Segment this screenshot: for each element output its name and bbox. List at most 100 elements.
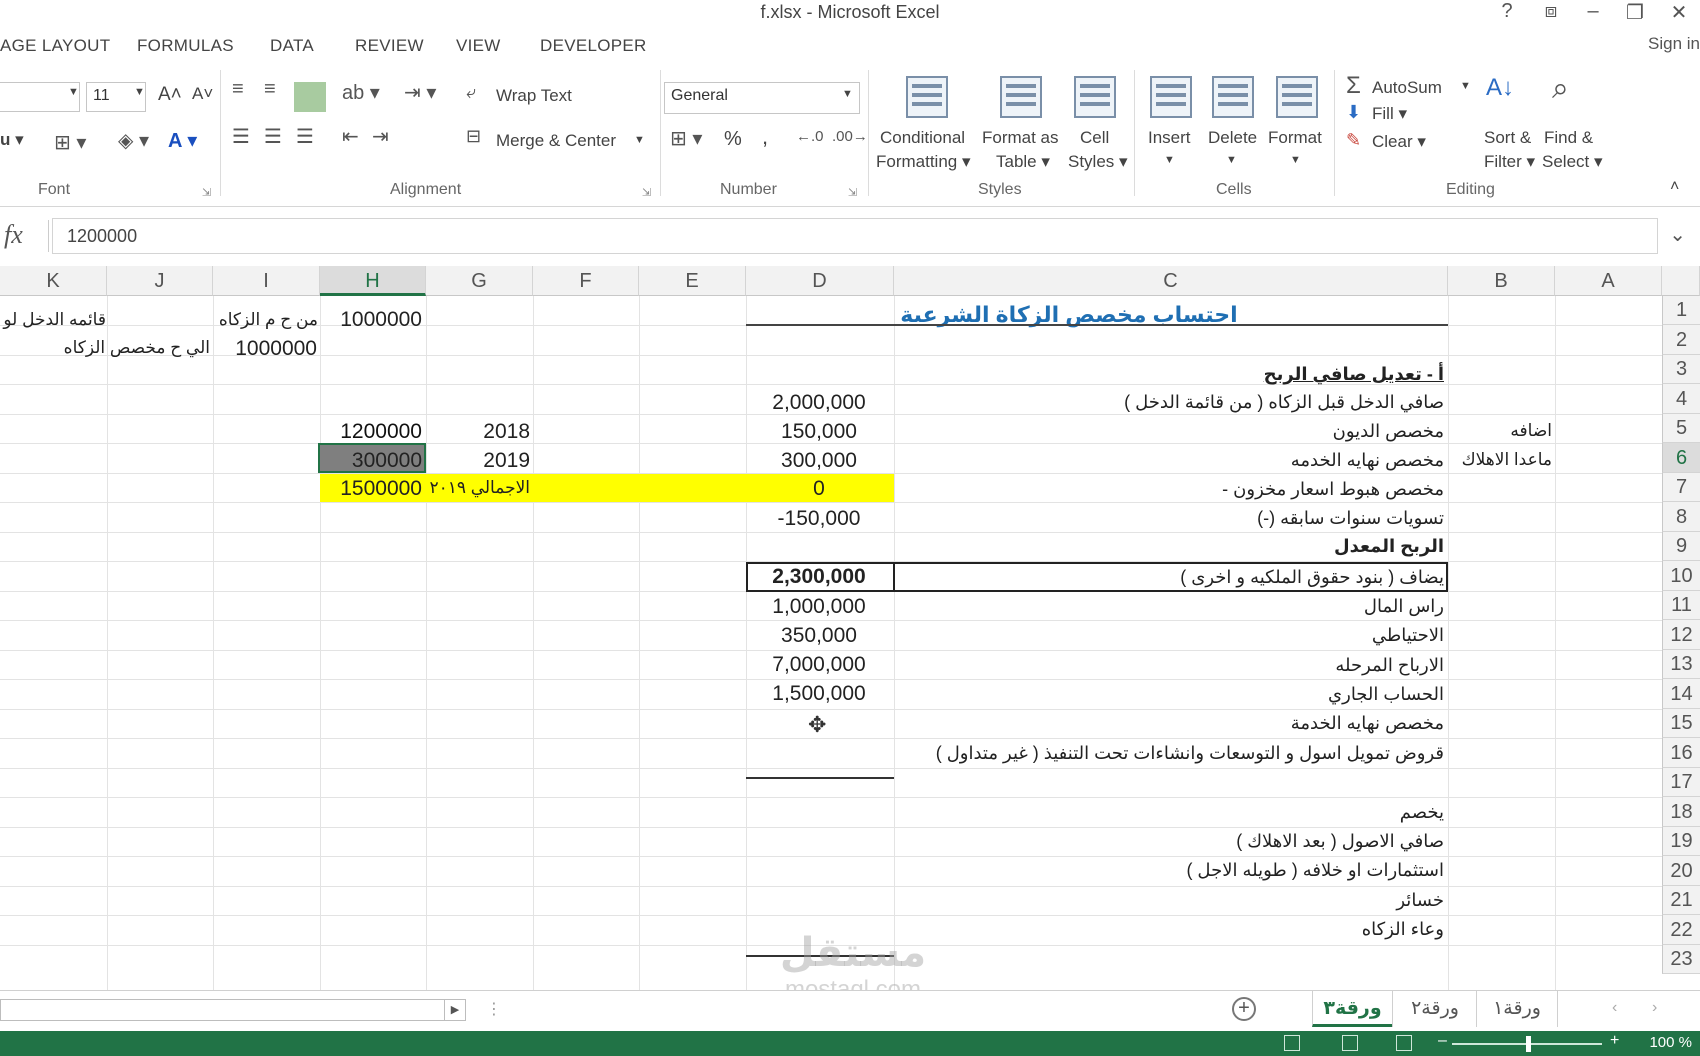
alignment-dialog-launcher-icon[interactable]: ⇲ xyxy=(642,186,651,199)
delete-dropdown-icon[interactable]: ▼ xyxy=(1226,154,1237,166)
insert-button[interactable]: Insert xyxy=(1148,128,1191,148)
expand-formula-bar-icon[interactable]: ⌄ xyxy=(1669,222,1686,247)
find-select-label-1[interactable]: Find & xyxy=(1544,128,1593,148)
cell-i2[interactable]: من ح م الزكاه xyxy=(200,310,318,330)
column-header-h[interactable]: H xyxy=(320,266,426,296)
middle-align-icon[interactable]: ≡ xyxy=(264,78,276,101)
page-break-view-icon[interactable] xyxy=(1396,1035,1412,1051)
cell-c13[interactable]: الاحتياطي xyxy=(894,625,1444,646)
row-header[interactable]: 17 xyxy=(1662,768,1700,797)
row-header[interactable]: 22 xyxy=(1662,915,1700,945)
cell-c10[interactable]: الربح المعدل xyxy=(894,536,1444,557)
autosum-dropdown-icon[interactable]: ▼ xyxy=(1460,80,1471,92)
zoom-level[interactable]: 100 % xyxy=(1649,1034,1692,1051)
format-dropdown-icon[interactable]: ▼ xyxy=(1290,154,1301,166)
row-header[interactable]: 12 xyxy=(1662,620,1700,650)
find-select-label-2[interactable]: Select ▾ xyxy=(1542,152,1603,172)
column-header-c[interactable]: C xyxy=(894,266,1448,296)
autosum-button[interactable]: AutoSum xyxy=(1372,78,1442,98)
cell-h2[interactable]: 1000000 xyxy=(320,308,422,332)
new-sheet-button[interactable]: + xyxy=(1232,997,1256,1021)
cell-c15[interactable]: الحساب الجاري xyxy=(894,684,1444,705)
underline-icon[interactable]: u ▾ xyxy=(0,130,24,150)
row-header[interactable]: 6 xyxy=(1662,443,1700,473)
increase-decimal-icon[interactable]: ←.0 xyxy=(796,128,824,145)
page-layout-view-icon[interactable] xyxy=(1342,1035,1358,1051)
format-as-table-label-1[interactable]: Format as xyxy=(982,128,1059,148)
cell-b7[interactable]: ماعدا الاهلاك xyxy=(1448,450,1552,470)
number-format-box[interactable]: General xyxy=(664,82,860,114)
sheet-nav-right-icon[interactable]: › xyxy=(1652,999,1657,1017)
decrease-decimal-icon[interactable]: .00→ xyxy=(832,128,868,145)
cell-c16[interactable]: مخصص نهايه الخدمة xyxy=(894,713,1444,734)
cell-d9[interactable]: -150,000 xyxy=(746,507,892,531)
cell-c4[interactable]: أ - تعديل صافي الربح xyxy=(894,364,1444,385)
conditional-formatting-label-1[interactable]: Conditional xyxy=(880,128,965,148)
column-header-e[interactable]: E xyxy=(639,266,746,296)
align-left-icon[interactable]: ☰ xyxy=(232,124,250,149)
cell-c19[interactable]: يخصم xyxy=(894,802,1444,823)
number-format-dropdown-icon[interactable]: ▼ xyxy=(842,88,853,100)
cell-c12[interactable]: راس المال xyxy=(894,596,1444,617)
cell-d7[interactable]: 300,000 xyxy=(746,449,892,473)
cell-i3[interactable]: 1000000 xyxy=(213,337,317,361)
sheet-nav-left-icon[interactable]: ‹ xyxy=(1612,999,1617,1017)
close-button[interactable]: ✕ xyxy=(1664,0,1694,25)
fill-button[interactable]: Fill ▾ xyxy=(1372,104,1407,124)
cell-c6[interactable]: مخصص الديون xyxy=(894,421,1444,442)
cell-d14[interactable]: 7,000,000 xyxy=(746,653,892,677)
cell-c23[interactable]: وعاء الزكاه xyxy=(894,919,1444,940)
cell-b6[interactable]: اضافه xyxy=(1448,421,1552,441)
tab-developer[interactable]: DEVELOPER xyxy=(540,36,647,56)
cell-h7[interactable]: 300000 xyxy=(320,449,422,473)
cell-g7[interactable]: 2019 xyxy=(426,449,530,473)
cell-d8[interactable]: 0 xyxy=(746,477,892,501)
horizontal-scrollbar[interactable] xyxy=(0,999,466,1021)
wrap-text-button[interactable]: Wrap Text xyxy=(496,86,572,106)
formula-input[interactable]: 1200000 xyxy=(52,218,1658,254)
align-right-icon[interactable]: ☰ xyxy=(296,124,314,149)
zoom-slider-thumb[interactable] xyxy=(1526,1036,1531,1052)
format-as-table-label-2[interactable]: Table ▾ xyxy=(996,152,1050,172)
column-header-d[interactable]: D xyxy=(746,266,894,296)
tab-view[interactable]: VIEW xyxy=(456,36,501,56)
format-button[interactable]: Format xyxy=(1268,128,1322,148)
cell-d6[interactable]: 150,000 xyxy=(746,420,892,444)
column-header-j[interactable]: J xyxy=(107,266,213,296)
column-header-b[interactable]: B xyxy=(1448,266,1555,296)
comma-style-button[interactable]: , xyxy=(762,124,768,150)
spreadsheet-grid[interactable]: K J I H G F E D C B A 1 2 3 4 5 6 7 8 9 … xyxy=(0,266,1700,990)
cell-c21[interactable]: استثمارات او خلافه ( طويله الاجل ) xyxy=(894,860,1444,881)
sheet-tab-2[interactable]: ورقة٢ xyxy=(1392,991,1477,1027)
cell-d12[interactable]: 1,000,000 xyxy=(746,595,892,619)
sort-filter-label-2[interactable]: Filter ▾ xyxy=(1484,152,1535,172)
cell-g6[interactable]: 2018 xyxy=(426,420,530,444)
percent-style-button[interactable]: % xyxy=(724,128,742,151)
row-header[interactable]: 3 xyxy=(1662,355,1700,384)
row-header[interactable]: 9 xyxy=(1662,532,1700,561)
sort-filter-label-1[interactable]: Sort & xyxy=(1484,128,1531,148)
sheet-tab-1[interactable]: ورقة١ xyxy=(1476,991,1558,1027)
cell-c17[interactable]: قروض تمويل اسول و التوسعات وانشاءات تحت … xyxy=(894,743,1444,764)
delete-button[interactable]: Delete xyxy=(1208,128,1257,148)
fill-color-icon[interactable]: ◈ ▾ xyxy=(118,128,149,153)
cell-d13[interactable]: 350,000 xyxy=(746,624,892,648)
row-header[interactable]: 1 xyxy=(1662,296,1700,325)
borders-icon[interactable]: ⊞ ▾ xyxy=(54,130,86,155)
row-header[interactable]: 10 xyxy=(1662,561,1700,591)
zoom-out-icon[interactable]: – xyxy=(1438,1032,1447,1050)
row-header[interactable]: 8 xyxy=(1662,502,1700,532)
insert-dropdown-icon[interactable]: ▼ xyxy=(1164,154,1175,166)
normal-view-icon[interactable] xyxy=(1284,1035,1300,1051)
minimize-button[interactable]: – xyxy=(1578,0,1608,23)
cell-k2[interactable]: قائمه الدخل لو xyxy=(0,310,106,330)
tab-page-layout[interactable]: AGE LAYOUT xyxy=(0,36,110,56)
restore-icon[interactable]: ❐ xyxy=(1620,0,1650,25)
cell-c9[interactable]: تسويات سنوات سابقه (-) xyxy=(894,508,1444,529)
cell-h6[interactable]: 1200000 xyxy=(322,420,422,444)
row-header[interactable]: 16 xyxy=(1662,738,1700,768)
row-header[interactable]: 14 xyxy=(1662,679,1700,709)
merge-dropdown-icon[interactable]: ▼ xyxy=(634,134,645,146)
cell-k3[interactable]: الي ح مخصص الزكاه xyxy=(20,338,210,358)
cell-c14[interactable]: الارباح المرحله xyxy=(894,655,1444,676)
